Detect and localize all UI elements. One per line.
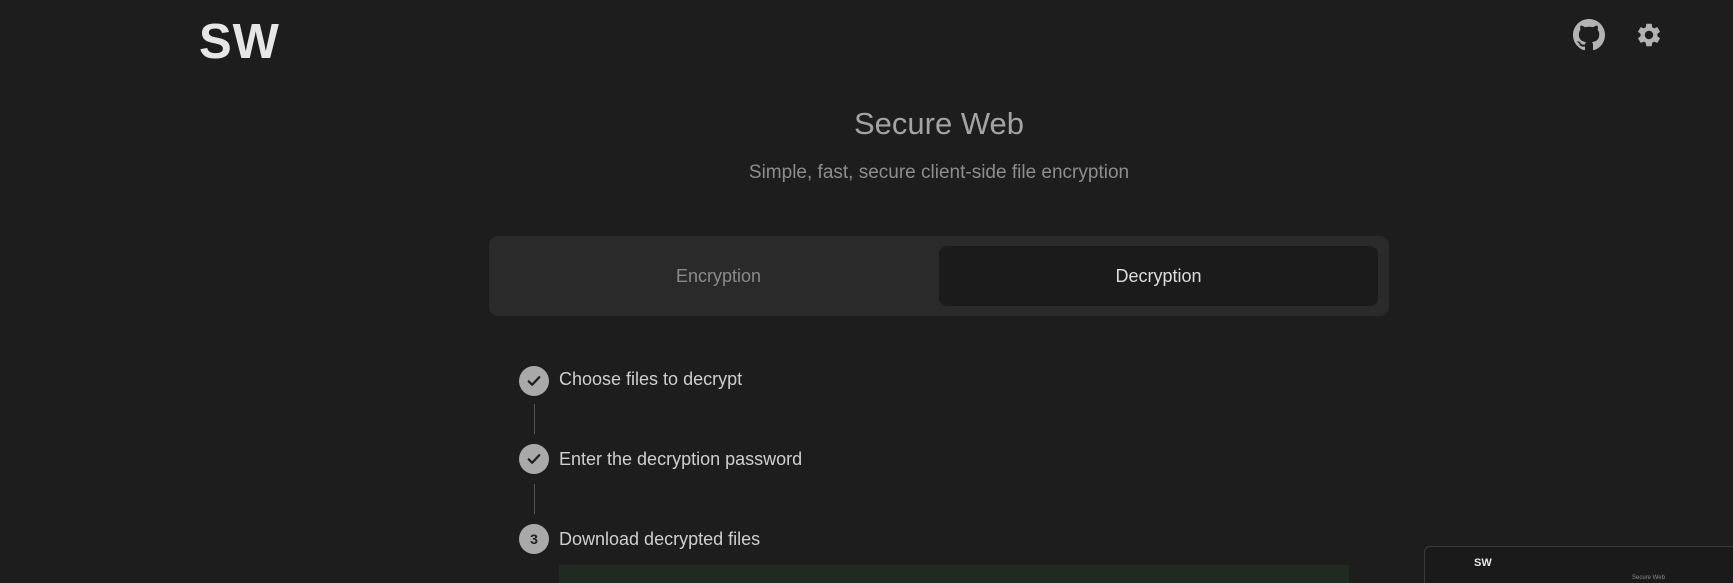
gear-icon[interactable] (1632, 18, 1666, 52)
step-3-content-panel (559, 565, 1349, 583)
step-connector (534, 404, 535, 434)
step-2-label: Enter the decryption password (559, 449, 803, 469)
check-icon (527, 376, 541, 386)
step-1-label: Choose files to decrypt (559, 369, 743, 389)
page-subtitle: Simple, fast, secure client-side file en… (748, 162, 1130, 183)
tab-encryption[interactable]: Encryption (499, 246, 938, 306)
step-1-check-icon (519, 366, 549, 396)
step-connector (534, 484, 535, 514)
step-2-check-icon (519, 444, 549, 474)
gear-icon-svg (1638, 23, 1660, 47)
step-3-label: Download decrypted files (559, 529, 761, 549)
window-thumbnail[interactable]: SW Secure Web (1424, 546, 1733, 583)
mode-tabs: Encryption Decryption (489, 236, 1389, 316)
page-title: Secure Web (853, 106, 1024, 141)
thumbnail-logo: SW (1474, 557, 1492, 569)
thumbnail-title: Secure Web (1632, 575, 1665, 581)
step-3-number: 3 (519, 524, 549, 554)
check-icon (527, 454, 541, 464)
tab-decryption[interactable]: Decryption (939, 246, 1378, 306)
github-icon-svg (1573, 19, 1605, 51)
app-page: SW Secure Web Simple, fast, secure clien… (0, 0, 1733, 583)
github-icon[interactable] (1572, 18, 1606, 52)
app-logo[interactable]: SW (199, 14, 280, 70)
